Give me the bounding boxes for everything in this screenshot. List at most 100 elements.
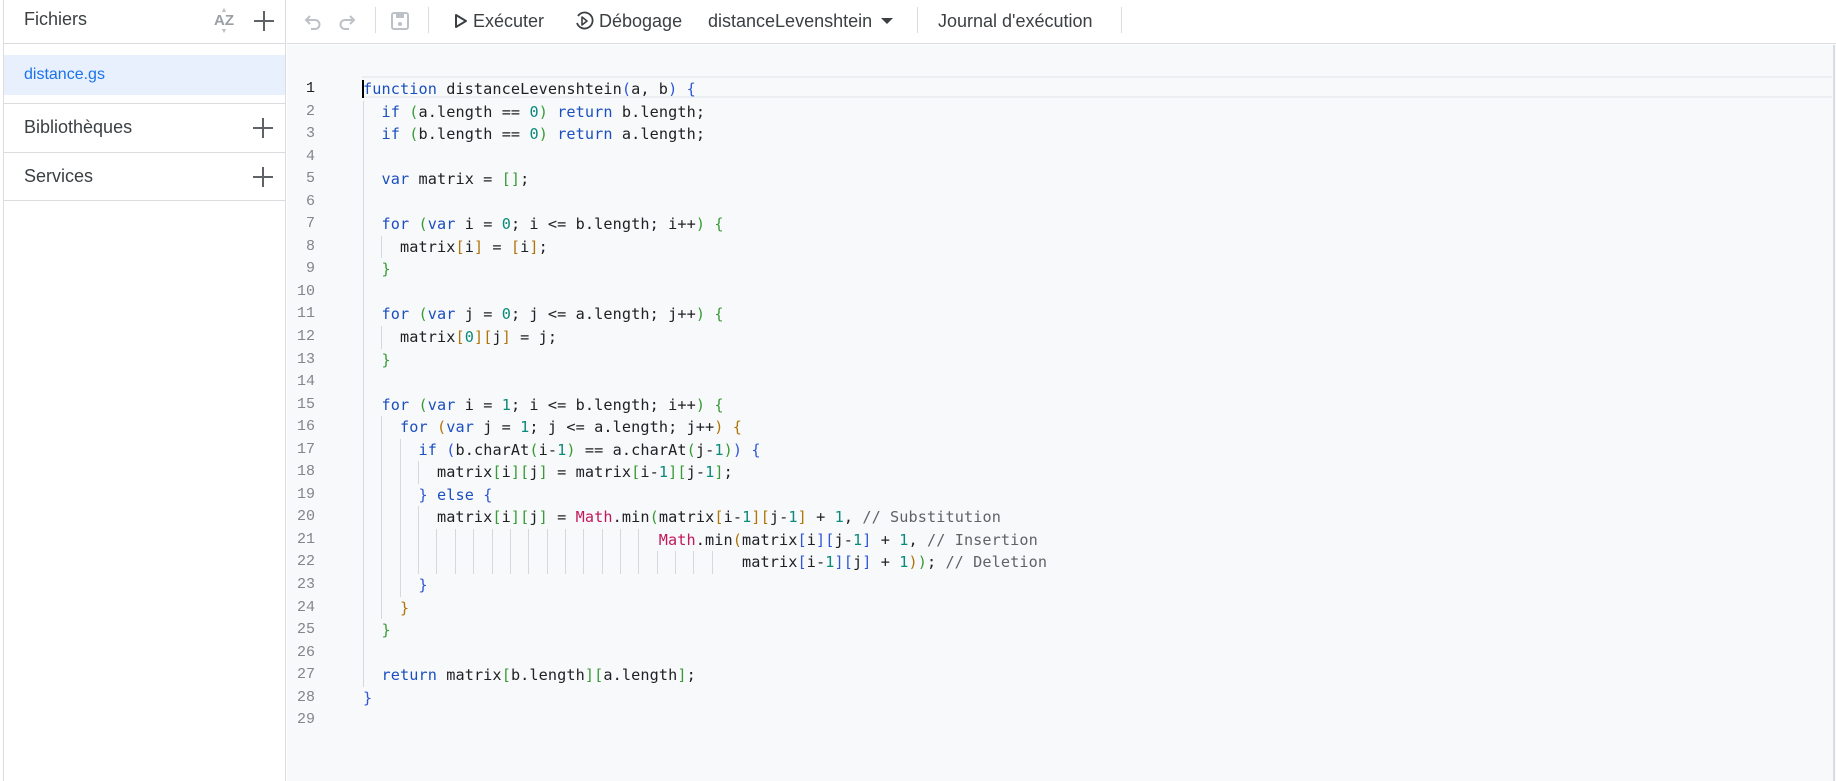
toolbar-divider	[428, 7, 429, 33]
indent-guide	[363, 190, 364, 214]
line-number: 7	[305, 215, 315, 233]
libraries-label: Bibliothèques	[24, 117, 133, 137]
code-line[interactable]	[363, 371, 1047, 394]
line-number: 11	[296, 305, 315, 323]
line-number: 16	[296, 418, 315, 436]
code-line[interactable]: var matrix = [];	[363, 168, 1047, 191]
execution-log-label: Journal d'exécution	[938, 10, 1093, 31]
run-button[interactable]: Exécuter	[454, 9, 544, 33]
line-number: 14	[296, 373, 315, 391]
function-selector-value: distanceLevenshtein	[708, 10, 873, 31]
line-number: 20	[296, 508, 315, 526]
editor-toolbar: Exécuter Débogage distanceLevenshtein Jo…	[287, 0, 1836, 44]
line-number: 4	[305, 147, 315, 165]
line-number: 10	[296, 282, 315, 300]
undo-icon[interactable]	[301, 9, 325, 33]
toolbar-divider	[917, 7, 918, 33]
vertical-scrollbar[interactable]	[1833, 45, 1835, 781]
line-number: 23	[296, 576, 315, 594]
sidebar-section-libraries[interactable]: Bibliothèques	[4, 103, 285, 152]
file-sidebar: Fichiers ▲ AZ ▼ distance.gs Bibliothèques …	[0, 0, 286, 781]
run-label: Exécuter	[473, 10, 545, 31]
debug-label: Débogage	[599, 10, 683, 31]
files-title: Fichiers	[24, 9, 88, 29]
code-line[interactable]: function distanceLevenshtein(a, b) {	[362, 78, 1047, 101]
code-line[interactable]	[363, 190, 1047, 214]
line-number: 8	[305, 237, 315, 255]
indent-guide	[363, 145, 364, 169]
debug-icon	[576, 11, 594, 30]
code-line[interactable]: if (a.length == 0) return b.length;	[363, 100, 1047, 124]
line-number: 1	[305, 80, 315, 97]
code-line[interactable]: if (b.charAt(i-1) == a.charAt(j-1)) {	[363, 438, 1047, 462]
code-line[interactable]: for (var i = 0; i <= b.length; i++) {	[363, 213, 1047, 236]
code-line[interactable]: Math.min(matrix[i][j-1] + 1, // Insertio…	[363, 528, 1047, 552]
line-number: 15	[296, 395, 315, 413]
text-cursor	[362, 80, 364, 98]
code-line[interactable]: }	[363, 258, 1047, 281]
code-line[interactable]: matrix[0][j] = j;	[363, 326, 1047, 349]
sidebar-section-services[interactable]: Services	[4, 152, 285, 201]
line-number: 28	[296, 688, 315, 706]
code-line[interactable]	[363, 641, 1047, 665]
code-line[interactable]: }	[363, 574, 1047, 597]
toolbar-divider	[1121, 7, 1122, 33]
code-line[interactable]: }	[363, 348, 1047, 372]
line-number-gutter: 1 2 3 4 5 6 7 8 9 10 11 12 13 14 15 16 17 18 19 20 21 22 23 24 2…	[287, 78, 334, 732]
code-editor[interactable]: 1 2 3 4 5 6 7 8 9 10 11 12 13 14 15 16 17 18 19 20 21 22 23 24 2…	[287, 45, 1836, 781]
line-number: 17	[296, 440, 315, 458]
function-selector-dropdown[interactable]: distanceLevenshtein	[708, 9, 894, 33]
code-area[interactable]: function distanceLevenshtein(a, b) { if …	[362, 78, 1047, 732]
code-line[interactable]: matrix[i] = [i];	[363, 235, 1047, 259]
line-number: 12	[296, 328, 315, 346]
code-line[interactable]: }	[363, 596, 1047, 620]
code-line[interactable]	[363, 709, 1047, 732]
execution-log-button[interactable]: Journal d'exécution	[938, 9, 1093, 33]
indent-guide	[363, 641, 364, 665]
line-number: 2	[305, 102, 315, 120]
sort-az-icon[interactable]: ▲ AZ ▼	[210, 7, 238, 35]
code-line[interactable]: }	[363, 619, 1047, 642]
line-number: 24	[296, 598, 315, 616]
code-line[interactable]: matrix[i][j] = matrix[i-1][j-1];	[363, 461, 1047, 484]
line-number: 27	[296, 666, 315, 684]
code-line[interactable]: } else {	[363, 483, 1047, 507]
indent-guide	[363, 371, 364, 394]
files-header: Fichiers ▲ AZ ▼	[4, 0, 285, 44]
code-line[interactable]: matrix[i-1][j] + 1)); // Deletion	[363, 551, 1047, 575]
save-icon[interactable]	[388, 9, 412, 33]
redo-icon[interactable]	[335, 9, 359, 33]
play-icon	[455, 14, 467, 28]
line-number: 13	[296, 350, 315, 368]
line-number: 9	[305, 260, 315, 278]
line-number: 21	[296, 530, 315, 548]
line-number: 5	[305, 170, 315, 188]
add-library-icon[interactable]	[250, 115, 276, 141]
services-label: Services	[24, 166, 94, 186]
sort-az-label: AZ	[214, 12, 234, 29]
code-line[interactable]: for (var j = 1; j <= a.length; j++) {	[363, 416, 1047, 439]
line-number: 3	[305, 125, 315, 143]
file-item-distance-gs[interactable]: distance.gs	[4, 55, 285, 95]
code-line[interactable]	[363, 145, 1047, 169]
line-number: 6	[305, 192, 315, 210]
line-number: 29	[296, 711, 315, 729]
toolbar-divider	[375, 7, 376, 33]
code-line[interactable]: for (var i = 1; i <= b.length; i++) {	[363, 393, 1047, 417]
add-file-icon[interactable]	[251, 8, 277, 34]
indent-guide	[363, 280, 364, 304]
code-line[interactable]: matrix[i][j] = Math.min(matrix[i-1][j-1]…	[363, 506, 1047, 529]
code-line[interactable]: for (var j = 0; j <= a.length; j++) {	[363, 303, 1047, 327]
code-line[interactable]: if (b.length == 0) return a.length;	[363, 123, 1047, 146]
add-service-icon[interactable]	[250, 164, 276, 190]
code-line[interactable]	[363, 280, 1047, 304]
code-line[interactable]: return matrix[b.length][a.length];	[363, 664, 1047, 687]
line-number: 18	[296, 463, 315, 481]
line-number: 25	[296, 621, 315, 639]
debug-button[interactable]: Débogage	[574, 9, 682, 33]
line-number: 22	[296, 553, 315, 571]
line-number: 19	[296, 485, 315, 503]
chevron-down-icon	[881, 18, 894, 24]
file-name: distance.gs	[24, 66, 105, 83]
code-line[interactable]: }	[363, 687, 1047, 710]
